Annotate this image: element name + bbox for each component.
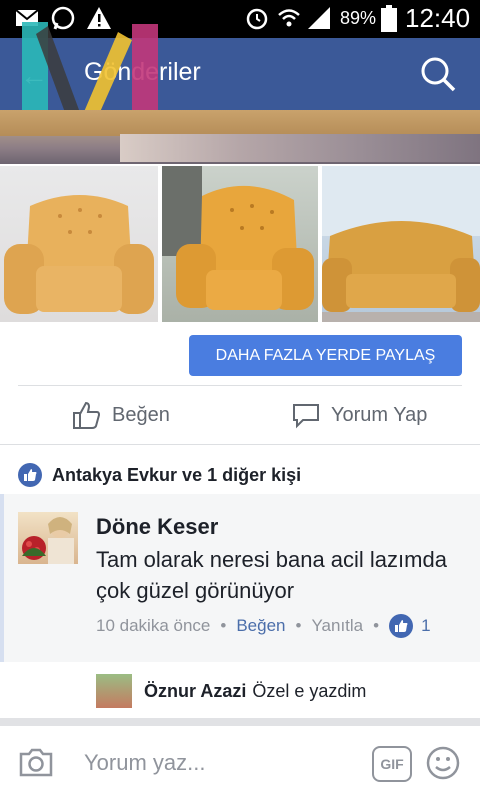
comment-composer: Yorum yaz... GIF — [0, 726, 480, 800]
divider — [0, 718, 480, 726]
search-icon[interactable] — [418, 54, 458, 99]
comment-item: Döne Keser Tam olarak neresi bana acil l… — [0, 494, 480, 662]
avatar[interactable] — [96, 674, 132, 708]
camera-icon[interactable] — [18, 746, 54, 783]
share-more-button[interactable]: DAHA FAZLA YERDE PAYLAŞ — [189, 335, 462, 376]
comment-like-count[interactable]: 1 — [421, 616, 430, 636]
comment-highlight-bar — [0, 494, 4, 662]
clock: 12:40 — [405, 3, 471, 33]
like-reaction-icon — [18, 463, 42, 487]
reply-author-name[interactable]: Öznur Azazi — [144, 681, 246, 702]
signal-icon — [306, 5, 332, 36]
avatar[interactable] — [18, 512, 78, 564]
comment-label: Yorum Yap — [331, 403, 428, 426]
reactions-summary[interactable]: Antakya Evkur ve 1 diğer kişi — [18, 460, 301, 490]
reply-text: Özel e yazdim — [252, 680, 367, 701]
like-count-icon — [389, 614, 414, 638]
armchair-photo-1[interactable] — [0, 166, 158, 322]
like-button[interactable]: Beğen — [70, 398, 170, 432]
meta-separator: • — [295, 616, 302, 635]
comment-button[interactable]: Yorum Yap — [291, 398, 427, 432]
comment-time: 10 dakika önce — [96, 616, 211, 635]
thumbs-up-icon — [73, 401, 101, 429]
emoji-icon[interactable] — [426, 746, 460, 785]
commenter-name[interactable]: Döne Keser — [96, 514, 218, 540]
meta-separator: • — [373, 616, 380, 635]
rug-photo-area — [120, 134, 480, 162]
comment-meta: 10 dakika önce • Beğen • Yanıtla • 1 — [96, 614, 431, 638]
post-photo-top[interactable] — [0, 110, 480, 164]
sofa-photo-area — [0, 110, 480, 136]
reply-item[interactable]: Öznur Azazi Özel e yazdim — [96, 674, 366, 708]
divider — [0, 444, 480, 445]
battery-icon — [380, 5, 398, 38]
comment-text: Tam olarak neresi bana acil lazımda çok … — [96, 547, 447, 603]
divider — [18, 385, 462, 386]
comment-reply-link[interactable]: Yanıtla — [311, 616, 363, 636]
meta-separator: • — [220, 616, 227, 635]
comment-bubble-icon — [293, 404, 319, 429]
armchair-photo-2[interactable] — [162, 166, 318, 322]
alarm-icon — [244, 5, 270, 36]
reactions-text: Antakya Evkur ve 1 diğer kişi — [52, 464, 302, 485]
gif-button[interactable]: GIF — [372, 746, 412, 782]
comment-like-link[interactable]: Beğen — [236, 616, 285, 636]
comment-input[interactable]: Yorum yaz... — [84, 750, 205, 776]
sofa-photo-3[interactable] — [322, 166, 480, 322]
photo-gallery — [0, 166, 480, 322]
wifi-icon — [276, 5, 302, 36]
battery-percent: 89% — [340, 8, 377, 28]
like-label: Beğen — [112, 403, 170, 426]
